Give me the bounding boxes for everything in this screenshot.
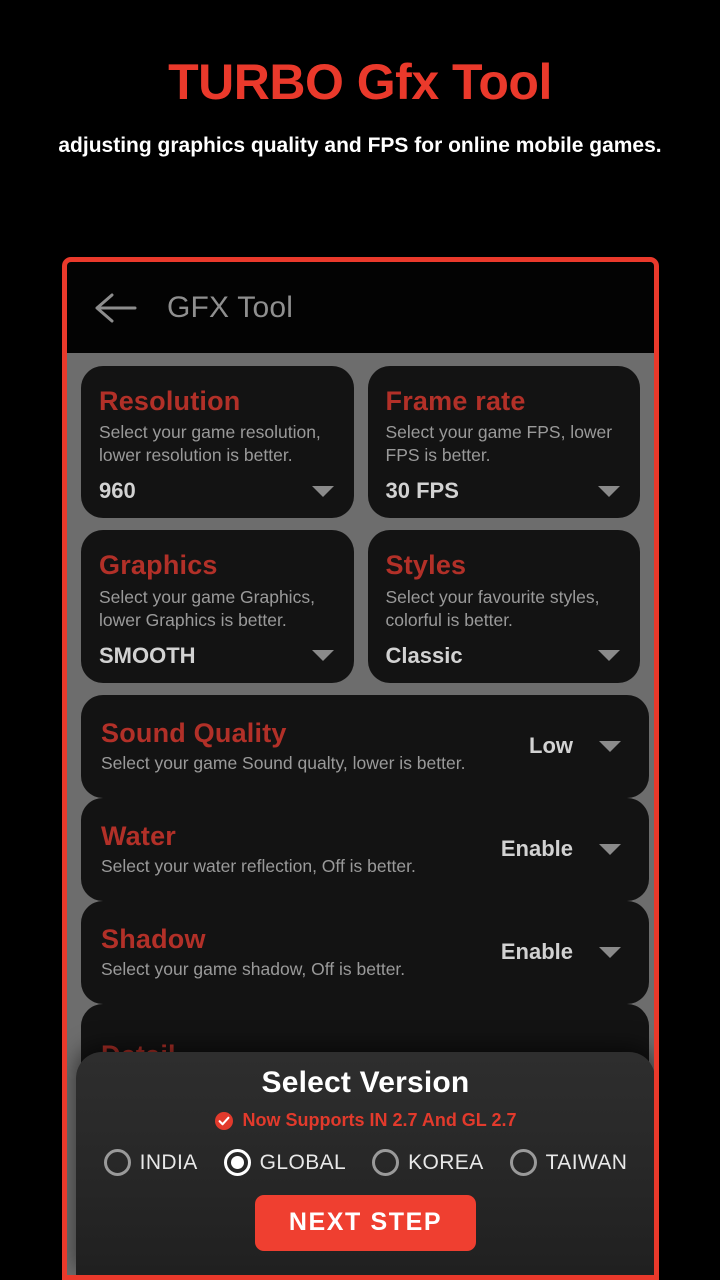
setting-card-water[interactable]: Water Select your water reflection, Off … (81, 797, 649, 901)
card-title: Water (101, 820, 177, 851)
card-title: Shadow (101, 923, 206, 954)
card-text-block: Shadow Select your game shadow, Off is b… (101, 924, 501, 981)
card-value: Enable (500, 939, 573, 965)
sheet-title: Select Version (261, 1066, 470, 1099)
chevron-down-icon[interactable] (598, 650, 620, 662)
card-dropdown[interactable]: 960 (99, 478, 336, 504)
chevron-down-icon[interactable] (311, 650, 334, 662)
version-option-korea[interactable]: KOREA (359, 1149, 497, 1176)
sheet-note-text: Now Supports IN 2.7 And GL 2.7 (242, 1110, 517, 1130)
setting-card-sound-quality[interactable]: Sound Quality Select your game Sound qua… (81, 694, 649, 798)
card-title: Frame rate (385, 386, 526, 416)
version-radio-group[interactable]: INDIA GLOBAL KOREA TAIWAN (76, 1149, 654, 1176)
chevron-down-icon[interactable] (599, 740, 621, 752)
version-option-global[interactable]: GLOBAL (211, 1149, 359, 1176)
card-title: Graphics (99, 550, 218, 581)
card-description: Select your game Graphics, lower Graphic… (99, 586, 315, 630)
version-option-label: TAIWAN (545, 1150, 628, 1174)
card-description: Select your game resolution, lower resol… (99, 422, 321, 466)
version-option-label: INDIA (139, 1150, 198, 1174)
next-step-button[interactable]: NEXT STEP (254, 1195, 477, 1251)
card-description: Select your water reflection, Off is bet… (101, 855, 416, 876)
check-circle-icon (214, 1111, 234, 1131)
card-dropdown[interactable]: Classic (386, 643, 623, 669)
chevron-down-icon[interactable] (598, 485, 620, 497)
card-description: Select your favourite styles, colorful i… (385, 586, 600, 630)
promo-subtitle: adjusting graphics quality and FPS for o… (58, 134, 662, 157)
app-bar-title: GFX Tool (167, 290, 294, 324)
chevron-down-icon[interactable] (599, 843, 621, 855)
card-value: Classic (385, 642, 463, 668)
radio-icon[interactable] (103, 1149, 131, 1176)
card-title: Sound Quality (101, 717, 287, 748)
card-dropdown[interactable]: 30 FPS (386, 478, 623, 504)
card-dropdown[interactable]: Enable (501, 836, 629, 862)
version-option-label: GLOBAL (259, 1150, 347, 1174)
app-bar: GFX Tool (67, 262, 654, 353)
version-option-label: KOREA (408, 1150, 484, 1174)
promo-title: TURBO Gfx Tool (168, 54, 552, 110)
screen-root: TURBO Gfx Tool adjusting graphics qualit… (0, 0, 720, 1280)
card-text-block: Water Select your water reflection, Off … (101, 821, 501, 878)
setting-card-frame-rate[interactable]: Frame rate Select your game FPS, lower F… (367, 366, 640, 519)
setting-card-shadow[interactable]: Shadow Select your game shadow, Off is b… (81, 900, 649, 1004)
radio-icon[interactable] (372, 1149, 400, 1176)
card-text-block: Sound Quality Select your game Sound qua… (101, 718, 529, 775)
setting-card-styles[interactable]: Styles Select your favourite styles, col… (367, 530, 640, 683)
setting-card-resolution[interactable]: Resolution Select your game resolution, … (81, 366, 354, 519)
card-value: 30 FPS (385, 478, 459, 504)
sheet-note: Now Supports IN 2.7 And GL 2.7 (76, 1110, 654, 1131)
next-step-wrapper: NEXT STEP (76, 1195, 654, 1251)
chevron-down-icon[interactable] (599, 946, 621, 958)
card-value: SMOOTH (99, 642, 196, 668)
select-version-sheet: Select Version Now Supports IN 2.7 And G… (76, 1052, 654, 1275)
card-title: Resolution (99, 386, 241, 416)
settings-row-2: Graphics Select your game Graphics, lowe… (81, 530, 640, 683)
radio-icon-selected[interactable] (223, 1149, 251, 1176)
card-dropdown[interactable]: Low (529, 733, 629, 759)
radio-icon[interactable] (509, 1149, 537, 1176)
card-value: Enable (500, 836, 573, 862)
card-title: Styles (385, 550, 467, 581)
card-description: Select your game FPS, lower FPS is bette… (385, 422, 613, 466)
phone-frame: GFX Tool Resolution Select your game res… (62, 257, 659, 1280)
card-description: Select your game shadow, Off is better. (101, 958, 406, 979)
setting-card-graphics[interactable]: Graphics Select your game Graphics, lowe… (81, 530, 354, 683)
version-option-taiwan[interactable]: TAIWAN (497, 1149, 641, 1176)
card-description: Select your game Sound qualty, lower is … (101, 752, 466, 773)
card-dropdown[interactable]: Enable (501, 939, 629, 965)
version-option-india[interactable]: INDIA (91, 1149, 211, 1176)
card-value: Low (529, 733, 573, 759)
card-value: 960 (99, 478, 136, 504)
chevron-down-icon[interactable] (311, 485, 334, 497)
settings-row-1: Resolution Select your game resolution, … (81, 366, 640, 519)
card-dropdown[interactable]: SMOOTH (99, 643, 336, 669)
arrow-left-icon[interactable] (93, 290, 139, 326)
